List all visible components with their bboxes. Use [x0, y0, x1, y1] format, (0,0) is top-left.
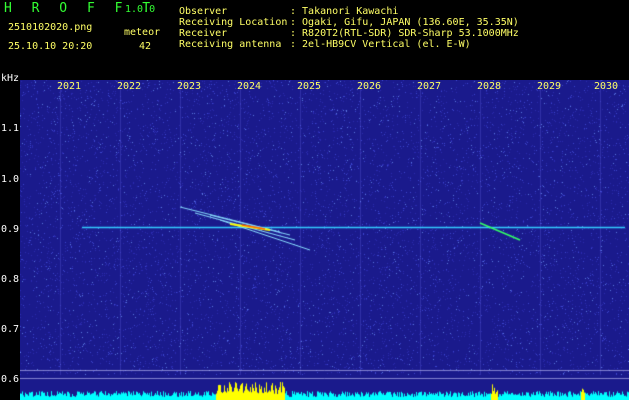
x-tick-label: 2025 — [297, 81, 322, 92]
info-label-receiver: Receiver — [179, 28, 228, 39]
detection-count: 42 — [139, 41, 152, 52]
info-value-observer: : Takanori Kawachi — [290, 6, 399, 17]
detection-label: meteor — [124, 27, 161, 38]
info-value-antenna: : 2el-HB9CV Vertical (el. E-W) — [290, 39, 471, 50]
y-tick-label: 0.9 — [1, 224, 20, 235]
x-tick-label: 2026 — [357, 81, 382, 92]
header-panel: H R O F F T 1.0.0 2510102020.png meteor … — [0, 0, 629, 80]
info-label-antenna: Receiving antenna — [179, 39, 282, 50]
spectrogram-canvas — [20, 80, 629, 400]
info-label-observer: Observer — [179, 6, 228, 17]
y-axis-unit: kHz — [1, 73, 20, 84]
file-name: 2510102020.png — [8, 22, 93, 33]
x-tick-label: 2021 — [57, 81, 82, 92]
x-tick-label: 2022 — [117, 81, 142, 92]
info-value-location: : Ogaki, Gifu, JAPAN (136.60E, 35.35N) — [290, 17, 519, 28]
x-tick-label: 2024 — [237, 81, 262, 92]
info-label-location: Receiving Location — [179, 17, 288, 28]
x-tick-label: 2030 — [594, 81, 619, 92]
x-tick-label: 2023 — [177, 81, 202, 92]
y-tick-label: 1.1 — [1, 123, 20, 134]
x-tick-label: 2029 — [537, 81, 562, 92]
y-tick-label: 0.6 — [1, 374, 20, 385]
y-tick-label: 0.7 — [1, 324, 20, 335]
app-version: 1.0.0 — [125, 4, 156, 15]
info-value-receiver: : R820T2(RTL-SDR) SDR-Sharp 53.1000MHz — [290, 28, 519, 39]
timestamp: 25.10.10 20:20 — [8, 41, 93, 52]
y-tick-label: 1.0 — [1, 174, 20, 185]
y-tick-label: 0.8 — [1, 274, 20, 285]
x-tick-label: 2027 — [417, 81, 442, 92]
x-tick-label: 2028 — [477, 81, 502, 92]
